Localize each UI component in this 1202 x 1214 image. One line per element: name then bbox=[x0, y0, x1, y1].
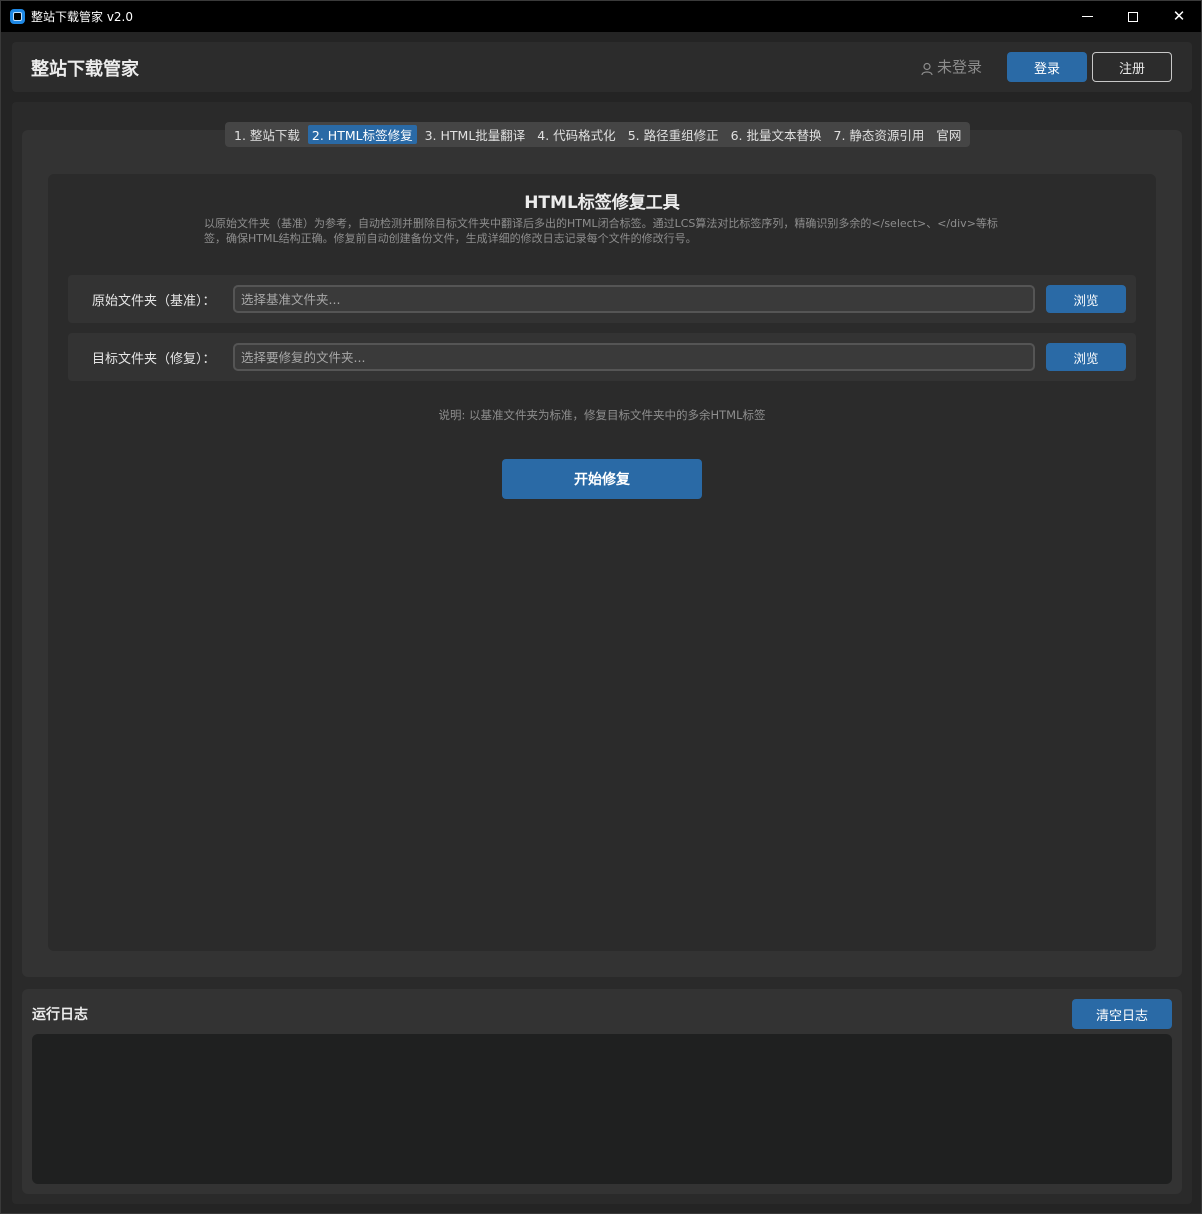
maximize-button[interactable] bbox=[1110, 1, 1156, 32]
tab-site-download[interactable]: 1. 整站下载 bbox=[230, 125, 304, 144]
app-header: 整站下载管家 未登录 登录 注册 bbox=[12, 42, 1192, 92]
start-fix-button[interactable]: 开始修复 bbox=[502, 459, 702, 499]
tool-card: HTML标签修复工具 以原始文件夹（基准）为参考，自动检测并删除目标文件夹中翻译… bbox=[48, 174, 1156, 951]
tab-bar: 1. 整站下载 2. HTML标签修复 3. HTML批量翻译 4. 代码格式化… bbox=[225, 122, 971, 147]
app-window: 整站下载管家 v2.0 ✕ 整站下载管家 未登录 登录 注册 1. 整站下载 2… bbox=[0, 0, 1202, 1214]
tab-html-translate[interactable]: 3. HTML批量翻译 bbox=[421, 125, 530, 144]
user-status-label: 未登录 bbox=[937, 58, 983, 76]
close-icon: ✕ bbox=[1172, 7, 1186, 25]
source-browse-button[interactable]: 浏览 bbox=[1046, 285, 1126, 313]
tool-note: 说明: 以基准文件夹为标准，修复目标文件夹中的多余HTML标签 bbox=[438, 408, 766, 422]
tool-description: 以原始文件夹（基准）为参考，自动检测并删除目标文件夹中翻译后多出的HTML闭合标… bbox=[204, 217, 998, 245]
log-title: 运行日志 bbox=[32, 1007, 88, 1023]
brand-title: 整站下载管家 bbox=[31, 59, 139, 80]
title-bar[interactable]: 整站下载管家 v2.0 ✕ bbox=[1, 1, 1201, 32]
tool-title: HTML标签修复工具 bbox=[524, 193, 680, 213]
window-title: 整站下载管家 v2.0 bbox=[31, 10, 134, 24]
log-output[interactable] bbox=[32, 1034, 1172, 1184]
target-folder-row: 目标文件夹（修复）： 浏览 bbox=[68, 333, 1136, 381]
login-button[interactable]: 登录 bbox=[1007, 52, 1087, 82]
app-logo-icon bbox=[10, 9, 25, 24]
source-folder-input[interactable] bbox=[233, 285, 1035, 313]
tab-html-tag-fix[interactable]: 2. HTML标签修复 bbox=[307, 125, 417, 144]
target-folder-input[interactable] bbox=[233, 343, 1035, 371]
tab-official-site[interactable]: 官网 bbox=[932, 125, 965, 144]
register-button[interactable]: 注册 bbox=[1092, 52, 1172, 82]
close-button[interactable]: ✕ bbox=[1156, 1, 1202, 32]
target-folder-label: 目标文件夹（修复）： bbox=[92, 352, 216, 367]
source-folder-row: 原始文件夹（基准）： 浏览 bbox=[68, 275, 1136, 323]
tab-static-resource[interactable]: 7. 静态资源引用 bbox=[830, 125, 929, 144]
tab-text-replace[interactable]: 6. 批量文本替换 bbox=[727, 125, 826, 144]
tab-code-format[interactable]: 4. 代码格式化 bbox=[533, 125, 619, 144]
tab-path-fix[interactable]: 5. 路径重组修正 bbox=[624, 125, 723, 144]
minimize-button[interactable] bbox=[1064, 1, 1110, 32]
maximize-icon bbox=[1128, 11, 1138, 22]
clear-log-button[interactable]: 清空日志 bbox=[1072, 999, 1172, 1029]
user-icon bbox=[921, 62, 933, 75]
target-browse-button[interactable]: 浏览 bbox=[1046, 343, 1126, 371]
minimize-icon bbox=[1081, 16, 1093, 17]
log-panel: 运行日志 清空日志 bbox=[22, 989, 1182, 1194]
user-status: 未登录 bbox=[921, 56, 982, 77]
source-folder-label: 原始文件夹（基准）： bbox=[92, 294, 216, 309]
